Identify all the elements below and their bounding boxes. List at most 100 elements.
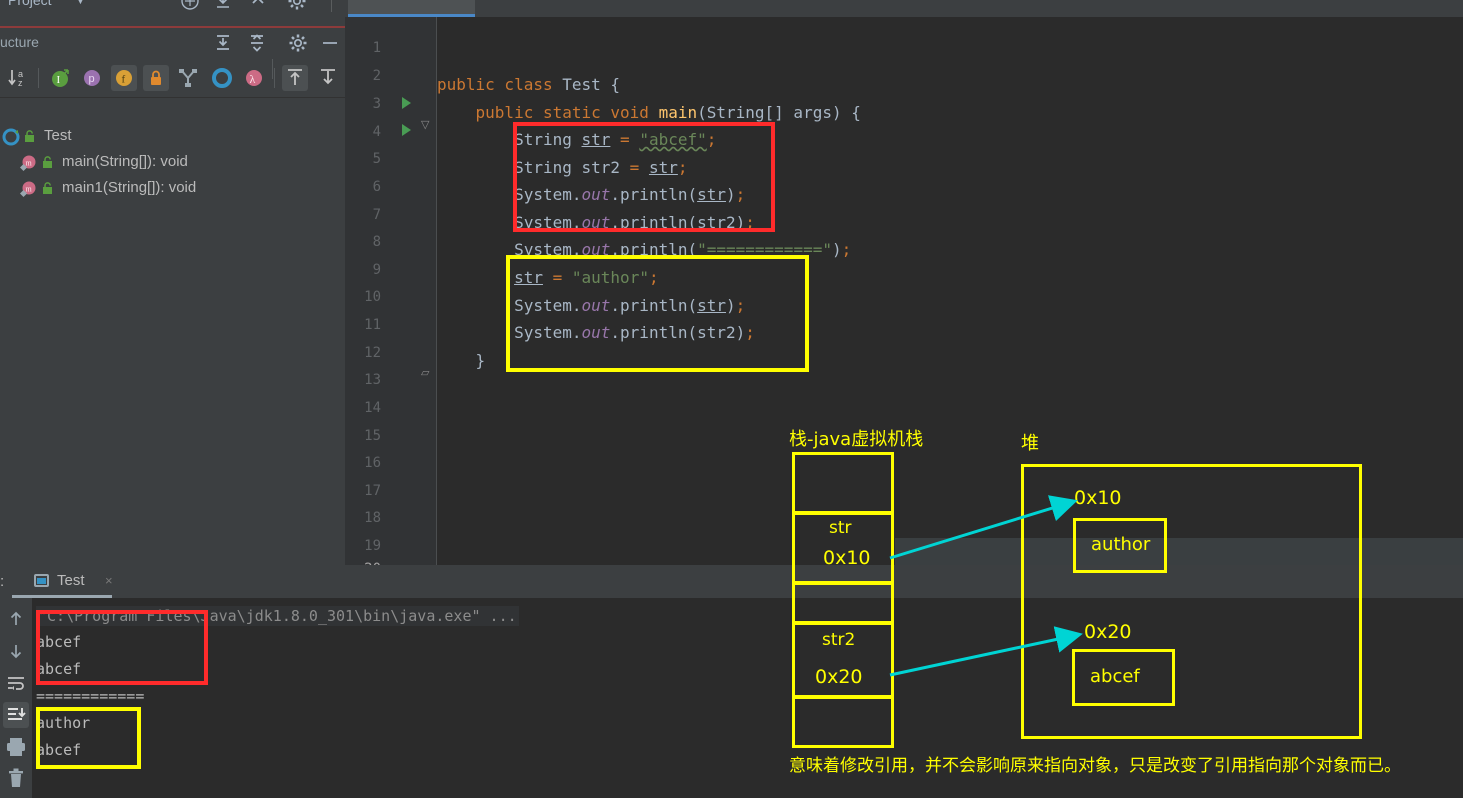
tree-item-main[interactable]: m main(String[]): void <box>0 150 345 176</box>
help-icon[interactable] <box>180 0 200 16</box>
structure-toolbar: az I p f λ <box>0 58 345 98</box>
heap-object-value: author <box>1091 534 1151 555</box>
line-number: 12 <box>364 345 381 361</box>
up-arrow-icon[interactable] <box>3 606 29 632</box>
heap-address-0x10: 0x10 <box>1074 487 1122 509</box>
show-fields-icon[interactable]: f <box>111 65 137 91</box>
tree-item-label: main(String[]): void <box>62 153 188 170</box>
run-window-label: : <box>0 573 5 590</box>
stack-frame-name: str2 <box>822 630 856 650</box>
heap-title: 堆 <box>1021 433 1039 454</box>
stack-frame-value: 0x20 <box>815 666 863 688</box>
line-number: 5 <box>372 151 381 167</box>
project-tool-label[interactable]: Project <box>8 0 52 8</box>
expand-all-icon[interactable] <box>213 33 233 53</box>
line-number: 15 <box>364 428 381 444</box>
run-method-icon[interactable] <box>402 124 411 136</box>
line-number: 16 <box>364 455 381 471</box>
code-line-3: public class Test { <box>437 75 621 94</box>
method-icon: m <box>19 180 38 203</box>
minimize-icon[interactable] <box>320 33 340 53</box>
stack-cell-empty-top <box>792 452 894 514</box>
line-number: 8 <box>372 234 381 250</box>
line-number: 19 <box>364 538 381 554</box>
collapse-all-icon[interactable] <box>315 65 341 91</box>
chevron-up-icon[interactable] <box>248 0 268 16</box>
collapse-all-icon[interactable] <box>247 33 267 53</box>
line-number: 7 <box>372 207 381 223</box>
group-by-icon[interactable] <box>175 65 201 91</box>
stack-title: 栈-java虚拟机栈 <box>789 429 924 450</box>
show-inherited-icon[interactable]: I <box>47 65 73 91</box>
line-number: 1 <box>372 40 381 56</box>
expand-all-icon[interactable] <box>282 65 308 91</box>
svg-text:z: z <box>18 78 23 88</box>
show-lambdas-icon[interactable]: λ <box>241 65 267 91</box>
class-icon <box>2 128 20 151</box>
show-anonymous-icon[interactable] <box>209 65 235 91</box>
collapse-icon[interactable] <box>213 0 233 16</box>
line-number: 18 <box>364 510 381 526</box>
structure-header: ucture <box>0 28 345 79</box>
gear-icon[interactable] <box>287 0 307 16</box>
close-icon[interactable]: × <box>105 573 113 588</box>
public-icon <box>42 156 56 174</box>
svg-text:m: m <box>26 159 33 168</box>
run-tab-test[interactable]: Test × <box>12 565 122 598</box>
svg-text:m: m <box>26 185 33 194</box>
highlight-box-console-yellow <box>36 707 141 769</box>
line-number: 10 <box>364 289 381 305</box>
run-class-icon[interactable] <box>402 97 411 109</box>
chevron-down-icon[interactable]: ▼ <box>76 0 85 6</box>
run-tab-label: Test <box>57 572 85 589</box>
fold-end-icon[interactable]: ▱ <box>421 366 429 379</box>
diagram-note: 意味着修改引用，并不会影响原来指向对象，只是改变了引用指向那个对象而已。 <box>789 756 1401 776</box>
console-toolbar <box>0 598 32 798</box>
down-arrow-icon[interactable] <box>3 638 29 664</box>
stack-cell-empty-mid <box>792 582 894 624</box>
toolbar-divider <box>274 68 275 88</box>
structure-title: ucture <box>0 34 39 50</box>
sort-alphabetically-icon[interactable]: az <box>5 65 31 91</box>
gear-icon[interactable] <box>288 33 308 53</box>
line-number: 17 <box>364 483 381 499</box>
print-icon[interactable] <box>3 734 29 760</box>
fold-region-icon[interactable]: ▽ <box>421 118 429 131</box>
line-number: 6 <box>372 179 381 195</box>
editor-tabs: Test.java × <box>345 0 1463 17</box>
show-non-public-icon[interactable] <box>143 65 169 91</box>
heap-address-0x20: 0x20 <box>1084 621 1132 643</box>
svg-text:p: p <box>89 73 95 85</box>
line-number: 9 <box>372 262 381 278</box>
public-icon <box>42 182 56 200</box>
tree-item-test[interactable]: Test <box>0 124 345 150</box>
trash-icon[interactable] <box>3 766 29 792</box>
editor-gutter[interactable]: 1 2 3 4 5 6 7 8 9 10 11 12 13 14 15 16 1… <box>345 17 437 577</box>
line-number: 11 <box>364 317 381 333</box>
highlight-box-console-red <box>36 610 208 685</box>
line-number: 4 <box>372 124 381 140</box>
stack-frame-name: str <box>829 518 852 538</box>
stack-cell-empty-bottom <box>792 696 894 748</box>
svg-text:λ: λ <box>250 72 256 86</box>
tree-item-label: Test <box>44 127 72 144</box>
code-line-4: public static void main(String[] args) { <box>475 103 861 122</box>
console-line: ============ <box>36 687 145 705</box>
show-properties-icon[interactable]: p <box>79 65 105 91</box>
structure-tree: Test m main(String[]): void m main1(Stri <box>0 98 345 565</box>
highlight-box-code-yellow <box>506 255 809 372</box>
scroll-to-end-icon[interactable] <box>3 702 29 728</box>
method-icon: m <box>19 154 38 177</box>
line-number: 2 <box>372 68 381 84</box>
stack-frame-value: 0x10 <box>823 547 871 569</box>
svg-text:f: f <box>122 74 126 86</box>
line-number: 14 <box>364 400 381 416</box>
run-config-icon <box>34 574 49 587</box>
soft-wrap-icon[interactable] <box>3 670 29 696</box>
tree-item-label: main1(String[]): void <box>62 179 197 196</box>
highlight-box-code-red <box>513 122 775 232</box>
structure-tool-window: ucture az I p f λ Test m main(String[]):… <box>0 28 345 565</box>
tree-item-main1[interactable]: m main1(String[]): void <box>0 176 345 202</box>
svg-text:I: I <box>57 74 61 86</box>
toolbar-divider <box>331 0 332 12</box>
